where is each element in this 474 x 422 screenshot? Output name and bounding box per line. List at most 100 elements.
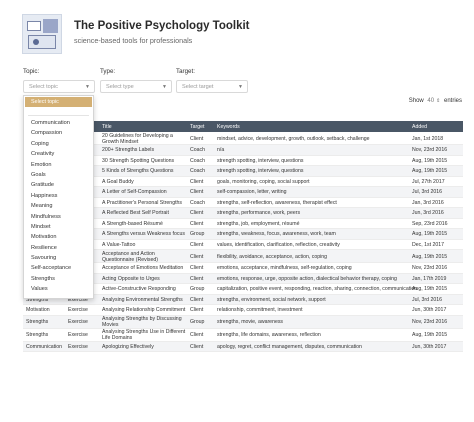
cell-title[interactable]: A Goal Buddy	[102, 179, 188, 185]
dropdown-option[interactable]: Savouring	[24, 253, 93, 263]
column-header-target[interactable]: Target	[190, 121, 204, 132]
dropdown-option-selected[interactable]: Select topic	[25, 97, 92, 107]
cell-added: Jul, 3rd 2016	[412, 296, 442, 303]
cell-keywords: strengths, movie, awareness	[217, 319, 284, 325]
dropdown-option[interactable]: Compassion	[24, 128, 93, 138]
type-select[interactable]: Select type ▼	[100, 80, 172, 93]
cell-topic: Strengths	[26, 319, 49, 325]
page-title: The Positive Psychology Toolkit	[74, 20, 250, 32]
cell-title[interactable]: Analysing Strengths by Discussing Movies	[102, 316, 188, 329]
dropdown-option[interactable]: Meaning	[24, 201, 93, 211]
cell-keywords: strengths, job, employment, résumé	[217, 220, 300, 227]
dropdown-option[interactable]: Gratitude	[24, 180, 93, 190]
cell-title[interactable]: Apologizing Effectively	[102, 344, 188, 350]
table-row[interactable]: Strengths Exercise Analysing Strengths Use…	[23, 329, 463, 342]
cell-target: Client	[190, 210, 204, 216]
cell-target: Coach	[190, 168, 205, 174]
table-row[interactable]: Communication Exercise Apologizing Effecti…	[23, 341, 463, 352]
cell-title[interactable]: 200+ Strengths Labels	[102, 147, 188, 153]
cell-title[interactable]: Analysing Relationship Commitment	[102, 307, 188, 313]
show-label: Show	[408, 98, 424, 104]
dropdown-option[interactable]: Motivation	[24, 232, 93, 242]
cell-title[interactable]: A Strengths versus Weakness focus	[102, 231, 188, 237]
cell-added: Jul, 3rd 2016	[412, 189, 442, 195]
cell-target: Client	[190, 220, 204, 227]
cell-added: Jun, 3rd 2016	[412, 210, 444, 216]
cell-keywords: strengths, performance, work, peers	[217, 210, 301, 216]
cell-target: Client	[190, 189, 204, 195]
cell-title[interactable]: A Practitioner's Personal Strengths	[102, 200, 188, 206]
cell-added: Jan, 3rd 2016	[412, 199, 444, 206]
cell-title[interactable]: Acting Opposite to Urges	[102, 276, 188, 282]
cell-keywords: mindset, advice, development, growth, ou…	[217, 135, 370, 142]
cell-target: Client	[190, 307, 204, 313]
toolkit-logo	[22, 14, 62, 54]
table-row[interactable]: Strengths Exercise Analysing Strengths by …	[23, 315, 463, 329]
dropdown-option[interactable]: Self-acceptance	[24, 263, 93, 273]
cell-keywords: n/a	[217, 147, 225, 153]
cell-title[interactable]: A Value-Tattoo	[102, 242, 188, 248]
chevron-updown-icon: ⇕	[436, 98, 441, 104]
cell-title[interactable]: 5 Kinds of Strengths Questions	[102, 168, 188, 174]
cell-title[interactable]: A Letter of Self-Compassion	[102, 189, 188, 195]
target-select[interactable]: Select target ▼	[176, 80, 248, 93]
cell-title[interactable]: Active-Constructive Responding	[102, 286, 188, 292]
column-header-keywords[interactable]: Keywords	[217, 121, 240, 132]
cell-added: Jul, 27th 2017	[412, 178, 445, 185]
cell-added: Aug, 19th 2015	[412, 168, 448, 174]
cell-title[interactable]: Analysing Strengths Use in Different Lif…	[102, 329, 188, 342]
column-header-added[interactable]: Added	[412, 121, 427, 132]
dropdown-option[interactable]: Mindfulness	[24, 212, 93, 222]
cell-title[interactable]: Acceptance and Action Questionnaire (Rev…	[102, 251, 188, 264]
cell-keywords: flexibility, avoidance, acceptance, acti…	[217, 253, 328, 260]
cell-added: Aug, 19th 2015	[412, 253, 448, 260]
target-select-placeholder: Select target	[182, 84, 214, 90]
cell-keywords: strengths, weakness, focus, awareness, w…	[217, 231, 336, 237]
table-row[interactable]: Motivation Exercise Analysing Relationship…	[23, 305, 463, 316]
topic-select-placeholder: Select topic	[29, 84, 58, 90]
chevron-down-icon: ▼	[162, 84, 167, 90]
cell-target: Client	[190, 332, 204, 338]
type-filter-label: Type:	[100, 68, 116, 75]
entries-select[interactable]: 40	[427, 98, 434, 104]
dropdown-option[interactable]: Resilience	[24, 243, 93, 253]
cell-added: Nov, 23rd 2016	[412, 319, 448, 325]
dropdown-option[interactable]: Happiness	[24, 191, 93, 201]
cell-target: Client	[190, 296, 204, 303]
cell-title[interactable]: A Strength-based Résumé	[102, 221, 188, 227]
chevron-down-icon: ▼	[238, 84, 243, 90]
dropdown-option[interactable]: Emotion	[24, 160, 93, 170]
cell-title[interactable]: Analysing Environmental Strengths	[102, 297, 188, 303]
cell-target: Client	[190, 265, 204, 271]
page-subtitle: science-based tools for professionals	[74, 36, 193, 45]
cell-target: Client	[190, 135, 204, 142]
cell-target: Client	[190, 178, 204, 185]
cell-added: Aug, 19th 2015	[412, 286, 448, 292]
topic-dropdown-menu: Select topic Communication Compassion Copi…	[23, 95, 94, 299]
cell-target: Client	[190, 253, 204, 260]
cell-keywords: emotions, acceptance, mindfulness, self-…	[217, 265, 352, 271]
cell-title[interactable]: 20 Guidelines for Developing a Growth Mi…	[102, 133, 188, 146]
cell-added: Jan, 17th 2019	[412, 275, 447, 282]
topic-select[interactable]: Select topic ▼	[23, 80, 95, 93]
dropdown-option[interactable]: Mindset	[24, 222, 93, 232]
entries-length-control: Show 40 ⇕ entries	[409, 98, 462, 104]
dropdown-option[interactable]: Strengths	[24, 274, 93, 284]
cell-added: Jun, 30th 2017	[412, 307, 447, 313]
dropdown-option[interactable]: Creativity	[24, 149, 93, 159]
dropdown-option[interactable]: Values	[24, 284, 93, 294]
cell-added: Dec, 1st 2017	[412, 241, 445, 248]
dropdown-option[interactable]: Goals	[24, 170, 93, 180]
cell-target: Group	[190, 231, 205, 237]
cell-keywords: apology, regret, conflict management, di…	[217, 343, 362, 350]
cell-keywords: capitalization, positive event, respondi…	[217, 286, 418, 292]
cell-keywords: strength spotting, interview, questions	[217, 157, 304, 164]
dropdown-search-field[interactable]	[28, 108, 89, 116]
cell-title[interactable]: 30 Strength Spotting Questions	[102, 158, 188, 164]
cell-title[interactable]: Acceptance of Emotions Meditation	[102, 265, 188, 271]
cell-topic: Strengths	[26, 332, 49, 338]
column-header-title[interactable]: Title	[102, 121, 112, 132]
dropdown-option[interactable]: Coping	[24, 139, 93, 149]
dropdown-option[interactable]: Communication	[24, 118, 93, 128]
cell-title[interactable]: A Reflected Best Self Portrait	[102, 210, 188, 216]
